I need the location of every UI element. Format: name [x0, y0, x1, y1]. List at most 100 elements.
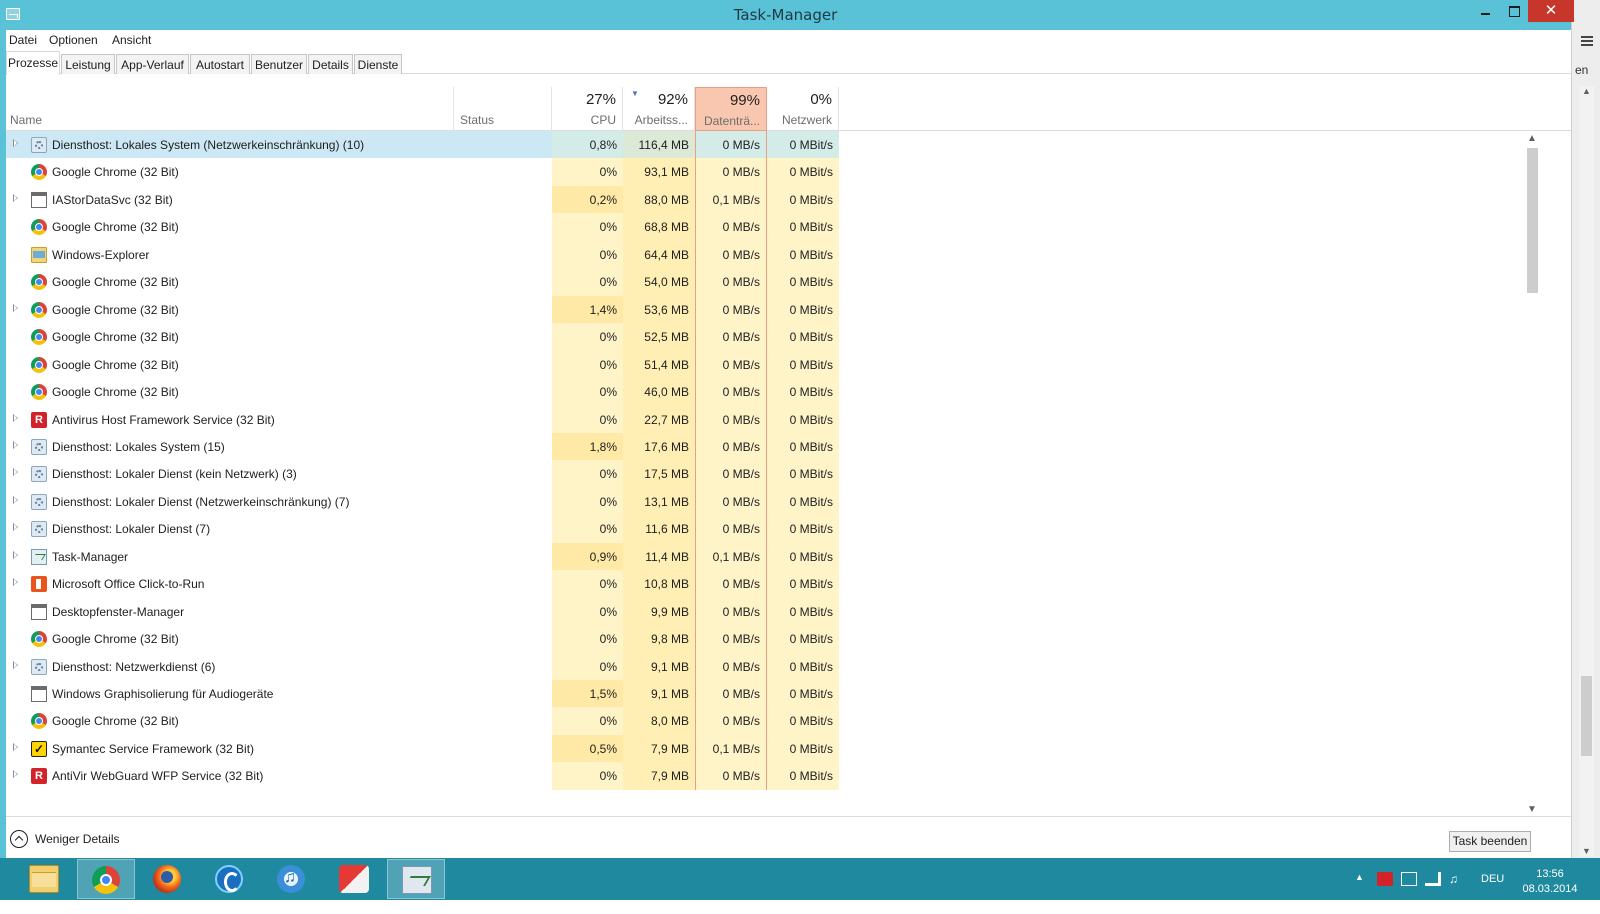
process-row[interactable]: R AntiVir WebGuard WFP Service (32 Bit) 0%… — [6, 762, 1526, 790]
process-row[interactable]: Diensthost: Lokaler Dienst (Netzwerkeins… — [6, 487, 1526, 516]
background-scrollbar[interactable]: ▲ ▼ — [1579, 86, 1594, 856]
process-row[interactable]: Diensthost: Lokales System (15) 1,8% 17,6 … — [6, 432, 1526, 461]
tab-leistung[interactable]: Leistung — [61, 54, 115, 74]
volume-icon[interactable]: ♫ — [1449, 872, 1465, 886]
process-row[interactable]: IAStorDataSvc (32 Bit) 0,2% 88,0 MB 0,1 MB/… — [6, 185, 1526, 214]
avira-icon: R — [31, 411, 47, 428]
title-bar[interactable]: Task-Manager ✕ — [0, 0, 1574, 30]
process-row[interactable]: Diensthost: Lokaler Dienst (7) 0% 11,6 MB 0… — [6, 515, 1526, 543]
taskbar-chrome[interactable] — [77, 859, 135, 899]
process-row[interactable]: Diensthost: Netzwerkdienst (6) 0% 9,1 MB 0 … — [6, 652, 1526, 681]
taskbar-explorer[interactable] — [15, 859, 73, 899]
end-task-button[interactable]: Task beenden — [1449, 831, 1531, 852]
client-area: Datei Optionen Ansicht Prozesse Leistung… — [6, 30, 1571, 858]
process-row[interactable]: Google Chrome (32 Bit) 0% 51,4 MB 0 MB/s 0 M… — [6, 350, 1526, 379]
column-memory[interactable]: ▼ 92% Arbeitss... — [623, 87, 695, 131]
process-row[interactable]: Google Chrome (32 Bit) 0% 9,8 MB 0 MB/s 0 MB… — [6, 625, 1526, 653]
column-network[interactable]: 0% Netzwerk — [767, 87, 839, 131]
process-cpu: 0% — [552, 515, 623, 543]
process-row[interactable]: Diensthost: Lokaler Dienst (kein Netzwer… — [6, 460, 1526, 488]
tab-dienste[interactable]: Dienste — [354, 54, 402, 74]
process-row[interactable]: Google Chrome (32 Bit) 0% 54,0 MB 0 MB/s 0 M… — [6, 268, 1526, 296]
avira-tray-icon[interactable] — [1377, 872, 1393, 886]
expand-arrow-icon[interactable] — [13, 413, 18, 422]
expand-arrow-icon[interactable] — [13, 303, 18, 312]
tab-autostart[interactable]: Autostart — [190, 54, 250, 74]
process-row[interactable]: Windows Graphisolierung für Audiogeräte 1… — [6, 680, 1526, 708]
expand-arrow-icon[interactable] — [13, 550, 18, 559]
column-status[interactable]: Status — [454, 87, 552, 131]
window-icon — [31, 191, 47, 208]
process-cpu: 0% — [552, 762, 623, 790]
chrome-icon — [31, 301, 47, 318]
device-tray-icon[interactable] — [1401, 872, 1417, 886]
tray-expand-icon[interactable]: ▲ — [1355, 872, 1364, 914]
menu-ansicht[interactable]: Ansicht — [112, 33, 151, 47]
signal-icon[interactable] — [1425, 872, 1441, 886]
process-row[interactable]: R Antivirus Host Framework Service (32 Bi… — [6, 405, 1526, 433]
process-network: 0 MBit/s — [767, 542, 839, 571]
process-row[interactable]: Microsoft Office Click-to-Run 0% 10,8 MB 0 … — [6, 570, 1526, 598]
taskbar-itunes[interactable] — [263, 859, 321, 899]
column-disk[interactable]: 99% Datenträ... — [695, 87, 767, 131]
process-list-scrollbar[interactable]: ▲ ▼ — [1524, 131, 1541, 817]
expand-arrow-icon[interactable] — [13, 770, 18, 779]
scroll-up-arrow-icon[interactable]: ▲ — [1527, 133, 1537, 144]
scroll-down-arrow-icon[interactable]: ▼ — [1582, 846, 1591, 856]
scroll-thumb[interactable] — [1527, 148, 1538, 293]
expand-arrow-icon[interactable] — [13, 523, 18, 532]
tab-benutzer[interactable]: Benutzer — [251, 54, 307, 74]
maximize-button[interactable] — [1500, 0, 1528, 22]
menu-datei[interactable]: Datei — [9, 33, 37, 47]
cpu-total: 27% — [585, 91, 616, 108]
process-cpu: 0% — [552, 487, 623, 516]
scroll-up-arrow-icon[interactable]: ▲ — [1582, 86, 1591, 96]
expand-arrow-icon[interactable] — [13, 440, 18, 449]
process-row[interactable]: Google Chrome (32 Bit) 0% 52,5 MB 0 MB/s 0 M… — [6, 323, 1526, 351]
tab-details[interactable]: Details — [308, 54, 353, 74]
process-row[interactable]: Google Chrome (32 Bit) 0% 8,0 MB 0 MB/s 0 MB… — [6, 707, 1526, 735]
expand-arrow-icon[interactable] — [13, 578, 18, 587]
taskbar-taskmanager[interactable] — [387, 859, 445, 899]
minimize-button[interactable] — [1472, 0, 1500, 22]
expand-arrow-icon[interactable] — [13, 742, 18, 751]
scroll-down-arrow-icon[interactable]: ▼ — [1527, 804, 1537, 815]
hamburger-icon[interactable] — [1581, 36, 1593, 46]
taskbar-cbox[interactable] — [201, 859, 259, 899]
expand-arrow-icon[interactable] — [13, 139, 18, 147]
process-row[interactable]: Google Chrome (32 Bit) 1,4% 53,6 MB 0 MB/s 0… — [6, 295, 1526, 324]
process-row[interactable]: Google Chrome (32 Bit) 0% 68,8 MB 0 MB/s 0 M… — [6, 213, 1526, 241]
process-row[interactable]: Google Chrome (32 Bit) 0% 46,0 MB 0 MB/s 0 M… — [6, 378, 1526, 406]
input-language[interactable]: DEU — [1481, 873, 1504, 885]
tab-app-verlauf[interactable]: App-Verlauf — [116, 54, 189, 74]
process-row[interactable]: Windows-Explorer 0% 64,4 MB 0 MB/s 0 MBit/s — [6, 240, 1526, 269]
menu-optionen[interactable]: Optionen — [49, 33, 98, 47]
process-network: 0 MBit/s — [767, 460, 839, 488]
process-status-cell — [454, 213, 552, 240]
expand-arrow-icon[interactable] — [13, 495, 18, 504]
column-name[interactable]: Name — [6, 87, 454, 131]
process-row[interactable]: Desktopfenster-Manager 0% 9,9 MB 0 MB/s 0 MB… — [6, 597, 1526, 626]
process-row[interactable]: ✓ Symantec Service Framework (32 Bit) 0,5%… — [6, 734, 1526, 763]
window-icon — [31, 603, 47, 620]
process-status-cell — [454, 406, 552, 433]
process-status-cell — [454, 762, 552, 789]
process-row[interactable]: Diensthost: Lokales System (Netzwerkeins… — [6, 131, 1526, 159]
close-button[interactable]: ✕ — [1528, 0, 1574, 22]
column-cpu[interactable]: 27% CPU — [552, 87, 623, 131]
expand-arrow-icon[interactable] — [13, 660, 18, 669]
process-disk: 0 MB/s — [695, 268, 767, 296]
process-row[interactable]: Task-Manager 0,9% 11,4 MB 0,1 MB/s 0 MBit/s — [6, 542, 1526, 571]
process-name: Windows Graphisolierung für Audiogeräte — [52, 687, 274, 701]
expand-arrow-icon[interactable] — [13, 468, 18, 477]
expand-arrow-icon[interactable] — [13, 193, 18, 202]
clock[interactable]: 13:56 08.03.2014 — [1520, 867, 1580, 897]
scroll-thumb[interactable] — [1581, 676, 1592, 756]
process-network: 0 MBit/s — [767, 131, 839, 159]
taskbar-firefox[interactable] — [139, 859, 197, 899]
taskbar-ccleaner[interactable] — [325, 859, 383, 899]
folder-icon — [31, 246, 47, 263]
process-memory: 46,0 MB — [623, 378, 695, 406]
process-row[interactable]: Google Chrome (32 Bit) 0% 93,1 MB 0 MB/s 0 M… — [6, 158, 1526, 186]
tab-prozesse[interactable]: Prozesse — [6, 51, 60, 75]
